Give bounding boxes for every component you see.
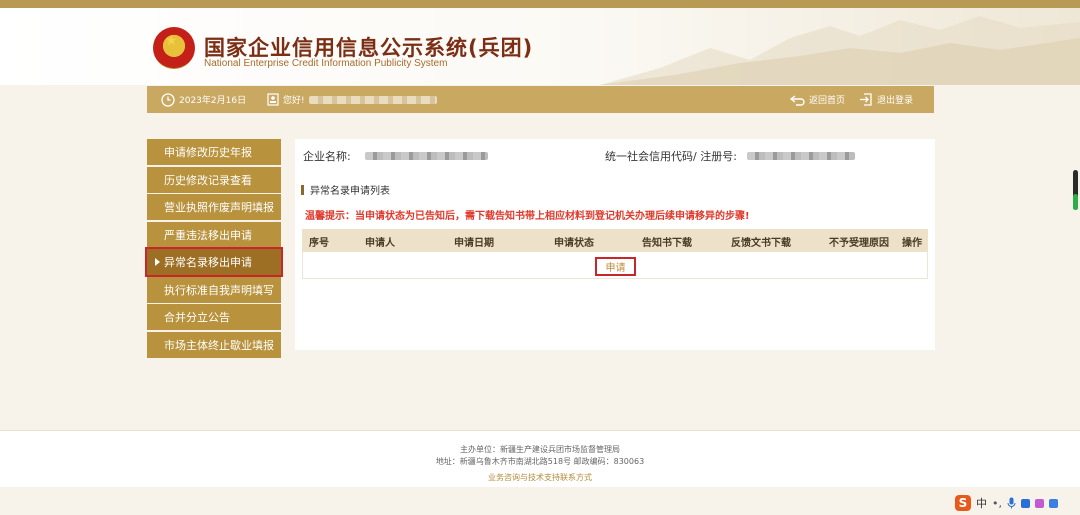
redacted-username bbox=[308, 95, 437, 104]
column-header-rejection-reason: 不予受理原因 bbox=[829, 238, 889, 249]
company-name-row: 企业名称: bbox=[303, 148, 488, 164]
ime-mode-indicator[interactable]: 中 bbox=[976, 495, 987, 511]
user-info-bar: 2023年2月16日 您好! 返回首页 退出登录 bbox=[147, 86, 934, 113]
section-marker bbox=[301, 184, 304, 195]
column-header-applicant: 申请人 bbox=[365, 238, 395, 249]
ime-toolbar[interactable]: S 中 •, bbox=[955, 495, 1058, 511]
back-arrow-icon bbox=[790, 94, 805, 106]
sidebar-item-license-void-statement[interactable]: 营业执照作废声明填报 bbox=[147, 194, 281, 220]
skin-icon[interactable] bbox=[1035, 498, 1044, 508]
sidebar-item-serious-violation-removal[interactable]: 严重违法移出申请 bbox=[147, 221, 281, 248]
main-panel: 企业名称: 统一社会信用代码/ 注册号: 异常名录申请列表 温馨提示：当申请状态… bbox=[295, 139, 935, 350]
footer-host: 主办单位：新疆生产建设兵团市场监督管理局 bbox=[460, 445, 620, 454]
microphone-icon[interactable] bbox=[1007, 497, 1016, 509]
site-footer: 主办单位：新疆生产建设兵团市场监督管理局 地址：新疆乌鲁木齐市南湖北路518号 … bbox=[0, 430, 1080, 487]
toolbox-icon[interactable] bbox=[1049, 498, 1058, 508]
apply-button[interactable]: 申请 bbox=[595, 257, 636, 276]
sidebar-item-standard-self-declaration[interactable]: 执行标准自我声明填写 bbox=[147, 276, 281, 303]
credit-code-row: 统一社会信用代码/ 注册号: bbox=[605, 148, 855, 164]
logout-link-label: 退出登录 bbox=[877, 96, 914, 106]
active-arrow-icon bbox=[155, 258, 160, 266]
logout-icon bbox=[860, 93, 872, 106]
support-contact-link[interactable]: 业务咨询与技术支持联系方式 bbox=[0, 472, 1080, 483]
company-name-label: 企业名称: bbox=[303, 150, 351, 163]
column-header-index: 序号 bbox=[309, 238, 329, 249]
section-header: 异常名录申请列表 bbox=[301, 182, 390, 197]
column-header-feedback-download: 反馈文书下载 bbox=[731, 238, 791, 249]
logout-link[interactable]: 退出登录 bbox=[859, 86, 913, 113]
greeting-text: 您好! bbox=[283, 96, 305, 106]
column-header-apply-date: 申请日期 bbox=[454, 238, 494, 249]
redacted-credit-code bbox=[746, 152, 855, 160]
sidebar-item-modification-history[interactable]: 历史修改记录查看 bbox=[147, 166, 281, 193]
sogou-logo-icon: S bbox=[955, 495, 971, 511]
sidebar-item-modify-annual-report[interactable]: 申请修改历史年报 bbox=[147, 139, 281, 165]
table-row: 申请 bbox=[302, 252, 928, 279]
user-card-icon bbox=[267, 93, 279, 106]
table-header: 序号 申请人 申请日期 申请状态 告知书下载 反馈文书下载 不予受理原因 操作 bbox=[302, 229, 928, 252]
sidebar-menu: 申请修改历史年报 历史修改记录查看 营业执照作废声明填报 严重违法移出申请 异常… bbox=[147, 139, 281, 359]
home-link[interactable]: 返回首页 bbox=[790, 86, 845, 113]
sidebar-item-termination-suspension[interactable]: 市场主体终止歇业填报 bbox=[147, 331, 281, 358]
date-display: 2023年2月16日 bbox=[161, 86, 246, 113]
mountain-decoration bbox=[600, 16, 1080, 85]
warning-tip: 温馨提示：当申请状态为已告知后，需下载告知书带上相应材料到登记机关办理后续申请移… bbox=[305, 211, 750, 222]
site-header: ★ 国家企业信用信息公示系统(兵团) National Enterprise C… bbox=[0, 8, 1080, 85]
sidebar-item-label: 异常名录移出申请 bbox=[164, 256, 252, 269]
footer-address: 地址：新疆乌鲁木齐市南湖北路518号 邮政编码：830063 bbox=[435, 457, 645, 466]
home-link-label: 返回首页 bbox=[809, 96, 846, 106]
column-header-status: 申请状态 bbox=[554, 238, 594, 249]
column-header-action: 操作 bbox=[902, 238, 922, 249]
sidebar-item-abnormal-list-removal[interactable]: 异常名录移出申请 bbox=[147, 249, 281, 275]
clock-icon bbox=[161, 92, 175, 107]
sidebar-item-merger-split-notice[interactable]: 合并分立公告 bbox=[147, 304, 281, 330]
credit-code-label: 统一社会信用代码/ 注册号: bbox=[605, 150, 737, 163]
section-title: 异常名录申请列表 bbox=[310, 186, 390, 197]
column-header-notice-download: 告知书下载 bbox=[642, 238, 692, 249]
page-bottom bbox=[0, 487, 1080, 515]
national-emblem-icon: ★ bbox=[153, 27, 195, 69]
site-subtitle: National Enterprise Credit Information P… bbox=[204, 58, 448, 69]
punctuation-icon[interactable]: •, bbox=[992, 497, 1002, 510]
scrollbar-thumb[interactable] bbox=[1073, 170, 1078, 210]
keyboard-icon[interactable] bbox=[1021, 498, 1030, 508]
redacted-company-name bbox=[364, 152, 488, 160]
top-accent-strip bbox=[0, 0, 1080, 8]
date-text: 2023年2月16日 bbox=[179, 96, 247, 106]
user-greeting: 您好! bbox=[267, 86, 437, 113]
